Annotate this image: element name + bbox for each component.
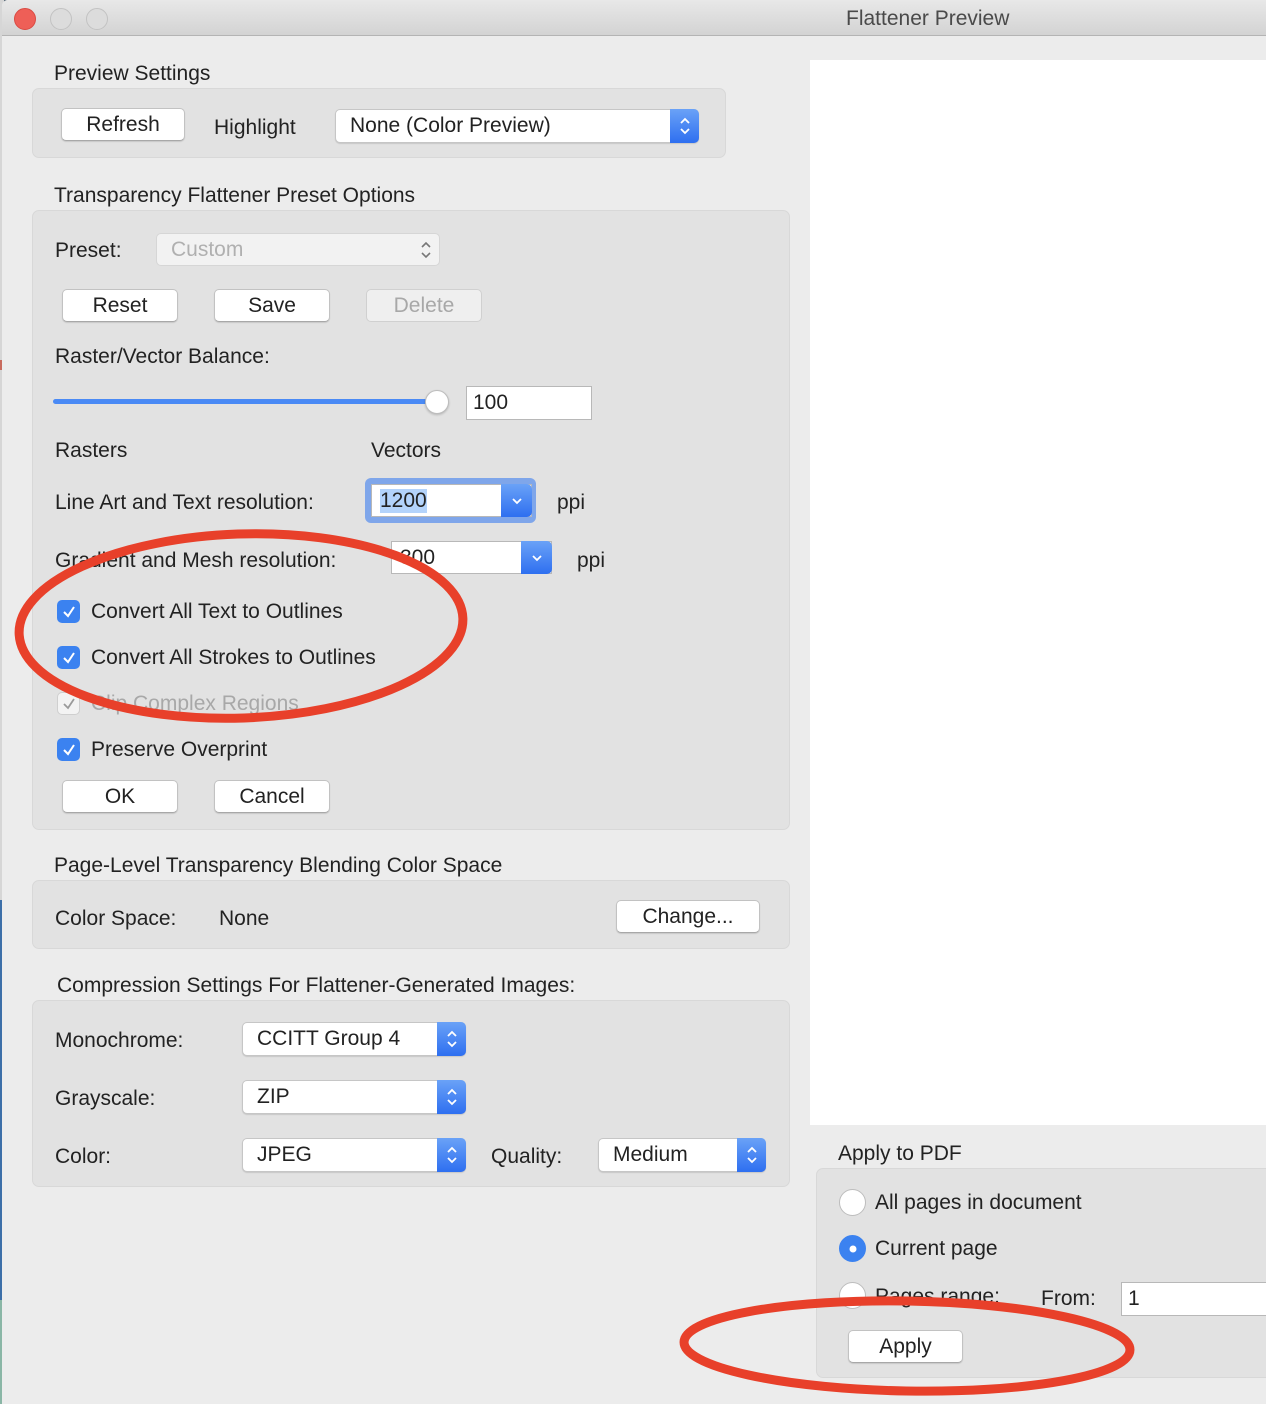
balance-value: 100 (473, 391, 509, 414)
checkmark-icon (62, 651, 75, 664)
zoom-window-button[interactable] (86, 8, 108, 30)
apply-button[interactable]: Apply (848, 1330, 963, 1363)
convert-strokes-outlines-checkbox[interactable] (57, 646, 80, 669)
raster-vector-balance-label: Raster/Vector Balance: (55, 345, 270, 368)
vectors-label: Vectors (371, 439, 442, 462)
color-space-heading: Page-Level Transparency Blending Color S… (54, 854, 503, 877)
color-space-group: Color Space: None Change... (32, 880, 790, 949)
reset-button[interactable]: Reset (62, 289, 178, 322)
convert-text-outlines-label: Convert All Text to Outlines (91, 600, 343, 623)
all-pages-label: All pages in document (875, 1191, 1082, 1214)
refresh-button[interactable]: Refresh (61, 108, 185, 141)
grayscale-label: Grayscale: (55, 1087, 156, 1110)
grayscale-value: ZIP (257, 1085, 290, 1108)
quality-dropdown[interactable]: Medium (598, 1138, 766, 1172)
delete-button[interactable]: Delete (366, 289, 482, 322)
line-art-resolution-label: Line Art and Text resolution: (55, 491, 314, 514)
rasters-label: Rasters (55, 439, 128, 462)
gradient-mesh-unit: ppi (577, 549, 606, 572)
balance-slider-track[interactable] (53, 399, 438, 404)
preview-canvas[interactable] (810, 60, 1266, 1125)
current-page-radio[interactable] (839, 1235, 866, 1262)
apply-to-pdf-heading: Apply to PDF (838, 1142, 962, 1165)
updown-chevron-icon (411, 233, 440, 266)
quality-label: Quality: (491, 1145, 563, 1168)
monochrome-label: Monochrome: (55, 1029, 184, 1052)
balance-slider-knob[interactable] (425, 390, 449, 414)
highlight-dropdown[interactable]: None (Color Preview) (335, 109, 699, 143)
from-page-field[interactable]: 1 (1121, 1282, 1266, 1316)
color-label: Color: (55, 1145, 112, 1168)
current-page-label: Current page (875, 1237, 998, 1260)
color-space-label: Color Space: (55, 907, 177, 930)
window-title: Flattener Preview (846, 7, 1010, 30)
compression-heading: Compression Settings For Flattener-Gener… (57, 974, 576, 997)
preset-label: Preset: (55, 239, 122, 262)
from-label: From: (1041, 1287, 1096, 1310)
updown-chevron-icon (437, 1022, 466, 1056)
chevron-down-icon[interactable] (501, 484, 532, 517)
pages-range-label: Pages range: (875, 1285, 1000, 1308)
convert-strokes-outlines-label: Convert All Strokes to Outlines (91, 646, 376, 669)
convert-text-outlines-checkbox[interactable] (57, 600, 80, 623)
save-button[interactable]: Save (214, 289, 330, 322)
line-art-resolution-combo[interactable]: 1200 (371, 484, 532, 517)
updown-chevron-icon (737, 1138, 766, 1172)
all-pages-radio[interactable] (839, 1189, 866, 1216)
preset-options-heading: Transparency Flattener Preset Options (54, 184, 416, 207)
checkmark-icon (62, 605, 75, 618)
gradient-mesh-resolution-label: Gradient and Mesh resolution: (55, 549, 337, 572)
from-page-value: 1 (1128, 1287, 1140, 1310)
compression-group: Monochrome: CCITT Group 4 Grayscale: ZIP… (32, 1000, 790, 1187)
color-compression-dropdown[interactable]: JPEG (242, 1138, 466, 1172)
monochrome-value: CCITT Group 4 (257, 1027, 401, 1050)
line-art-unit: ppi (557, 491, 586, 514)
checkmark-icon (62, 698, 75, 709)
clip-complex-regions-checkbox[interactable] (57, 692, 80, 715)
apply-to-pdf-group: All pages in document Current page Pages… (816, 1168, 1266, 1378)
cancel-button[interactable]: Cancel (214, 780, 330, 813)
clip-complex-regions-label: Clip Complex Regions (91, 692, 299, 715)
grayscale-dropdown[interactable]: ZIP (242, 1080, 466, 1114)
flattener-preview-window: Flattener Preview Preview Settings Refre… (2, 0, 1266, 1404)
preserve-overprint-label: Preserve Overprint (91, 738, 268, 761)
preset-dropdown[interactable]: Custom (156, 233, 440, 266)
preset-options-group: Preset: Custom Reset Save Delete Raster/… (32, 210, 790, 830)
updown-chevron-icon (670, 109, 699, 143)
preview-settings-heading: Preview Settings (54, 62, 211, 85)
title-bar: Flattener Preview (2, 0, 1266, 36)
preview-settings-group: Refresh Highlight None (Color Preview) (32, 88, 726, 158)
close-window-button[interactable] (14, 8, 36, 30)
chevron-down-icon[interactable] (521, 541, 552, 574)
updown-chevron-icon (437, 1138, 466, 1172)
balance-value-field[interactable]: 100 (466, 386, 592, 420)
checkmark-icon (62, 743, 75, 756)
pages-range-radio[interactable] (839, 1282, 866, 1309)
highlight-label: Highlight (214, 116, 296, 139)
ok-button[interactable]: OK (62, 780, 178, 813)
gradient-mesh-resolution-value: 300 (400, 545, 436, 569)
highlight-value: None (Color Preview) (350, 114, 551, 137)
preserve-overprint-checkbox[interactable] (57, 738, 80, 761)
color-space-value: None (219, 907, 270, 930)
updown-chevron-icon (437, 1080, 466, 1114)
monochrome-dropdown[interactable]: CCITT Group 4 (242, 1022, 466, 1056)
gradient-mesh-resolution-combo[interactable]: 300 (391, 541, 552, 574)
quality-value: Medium (613, 1143, 688, 1166)
change-color-space-button[interactable]: Change... (616, 900, 760, 933)
preset-value: Custom (171, 237, 244, 261)
line-art-resolution-value: 1200 (380, 488, 427, 513)
color-compression-value: JPEG (257, 1143, 312, 1166)
minimize-window-button[interactable] (50, 8, 72, 30)
